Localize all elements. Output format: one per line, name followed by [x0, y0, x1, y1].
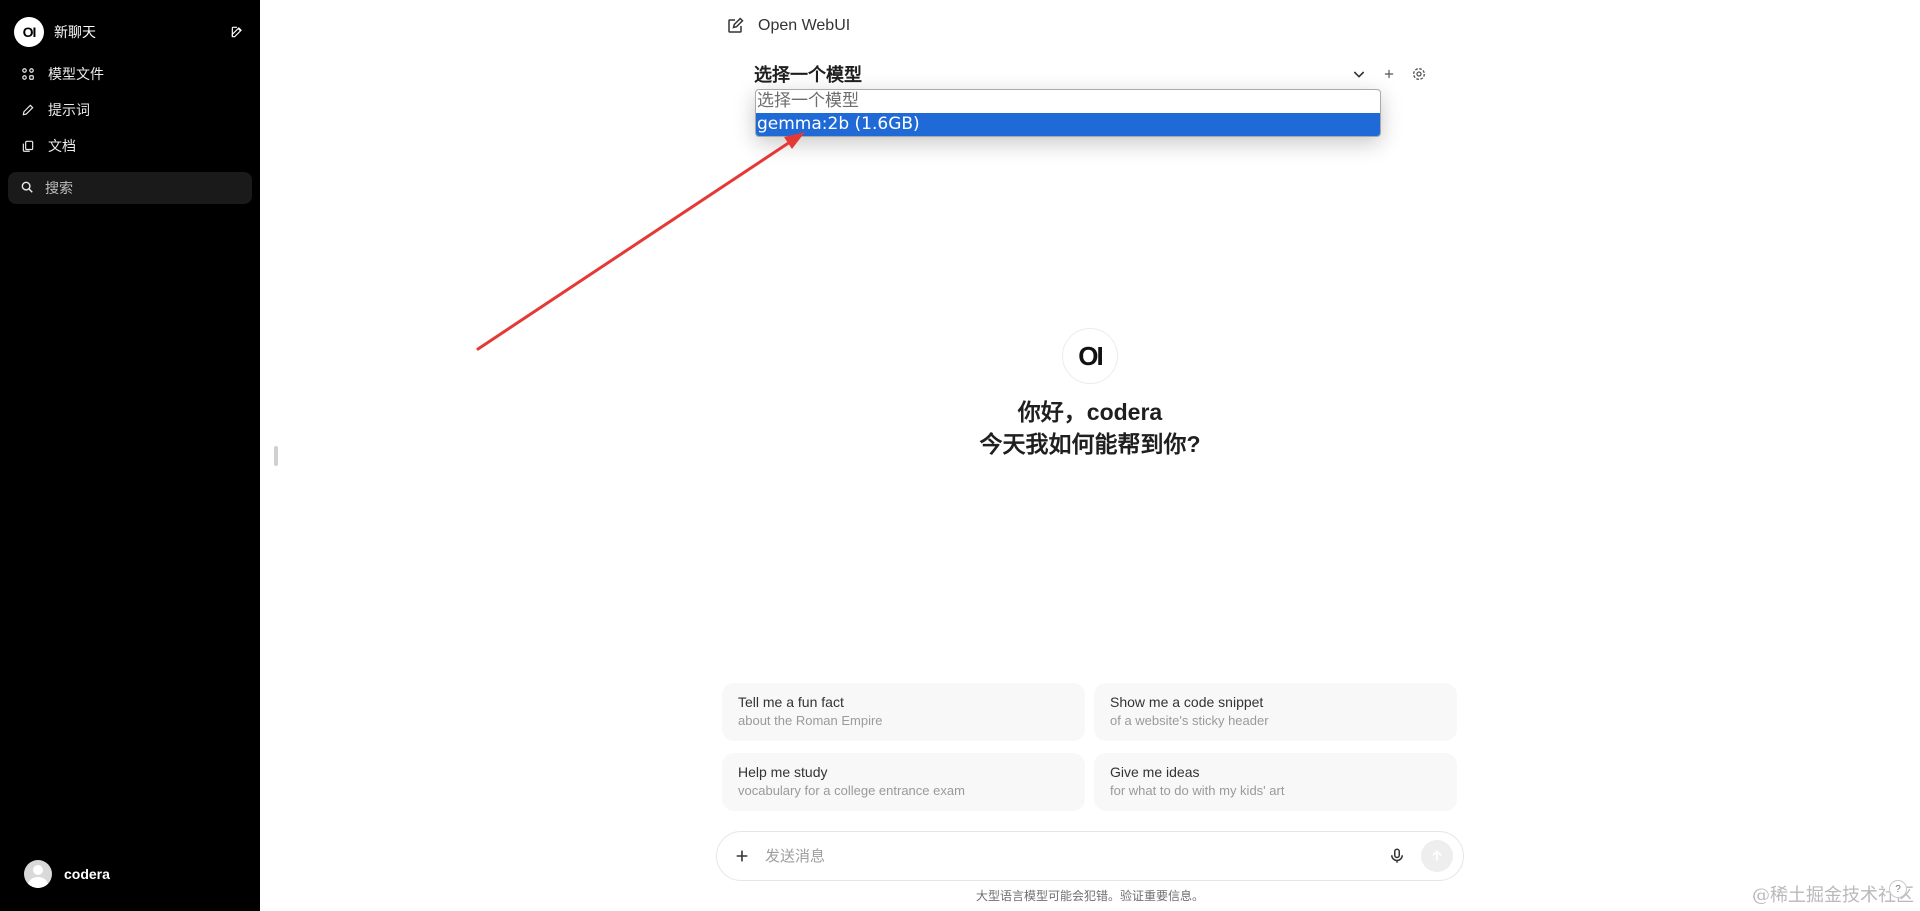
new-chat-label: 新聊天: [54, 24, 96, 40]
model-select-label[interactable]: 选择一个模型: [754, 61, 862, 87]
greeting-line2: 今天我如何能帮到你?: [979, 431, 1201, 457]
message-composer: [716, 831, 1464, 881]
model-option[interactable]: 选择一个模型: [756, 90, 1380, 113]
sidebar-item-prompts[interactable]: 提示词: [20, 98, 90, 122]
greeting-line1: 你好，codera: [1017, 399, 1163, 425]
document-icon: [20, 138, 36, 154]
sidebar-resize-handle[interactable]: [274, 446, 278, 466]
model-selector: 选择一个模型: [754, 60, 1428, 88]
greeting: 你好，codera 今天我如何能帮到你?: [860, 396, 1320, 460]
help-icon[interactable]: ?: [1889, 880, 1907, 898]
chat-header: Open WebUI: [726, 15, 850, 37]
suggestion-card[interactable]: Show me a code snippet of a website's st…: [1094, 683, 1457, 741]
send-button[interactable]: [1421, 840, 1453, 872]
suggestion-subtitle: for what to do with my kids' art: [1110, 783, 1285, 798]
new-chat-edit-icon[interactable]: [726, 17, 744, 35]
sidebar: OI 新聊天 模型文件 提示词 文档 搜索 codera: [0, 0, 260, 911]
suggestion-card[interactable]: Give me ideas for what to do with my kid…: [1094, 753, 1457, 811]
sidebar-item-label: 模型文件: [48, 66, 104, 82]
disclaimer: 大型语言模型可能会犯错。验证重要信息。: [975, 889, 1204, 903]
pencil-icon: [20, 102, 36, 118]
suggestion-subtitle: about the Roman Empire: [738, 713, 883, 728]
suggestion-card[interactable]: Help me study vocabulary for a college e…: [722, 753, 1085, 811]
sidebar-item-modelfiles[interactable]: 模型文件: [20, 62, 104, 86]
sidebar-item-label: 提示词: [48, 102, 90, 118]
model-option-selected[interactable]: gemma:2b (1.6GB): [756, 113, 1380, 136]
suggestion-card[interactable]: Tell me a fun fact about the Roman Empir…: [722, 683, 1085, 741]
suggestion-subtitle: of a website's sticky header: [1110, 713, 1269, 728]
sidebar-item-documents[interactable]: 文档: [20, 134, 76, 158]
app-window: OI 新聊天 模型文件 提示词 文档 搜索 codera Open WebUI …: [0, 0, 1920, 911]
chevron-down-icon[interactable]: [1350, 65, 1368, 83]
arrow-up-icon: [1432, 850, 1442, 861]
microphone-icon[interactable]: [1385, 844, 1409, 868]
message-input[interactable]: [765, 847, 1385, 865]
model-dropdown: 选择一个模型 gemma:2b (1.6GB): [755, 89, 1381, 137]
sidebar-item-label: 文档: [48, 138, 76, 154]
grid-icon: [20, 66, 36, 82]
sidebar-new-chat[interactable]: OI 新聊天: [14, 16, 246, 48]
page-title: Open WebUI: [758, 17, 851, 34]
app-logo: OI: [14, 17, 44, 47]
suggestion-title: Give me ideas: [1110, 764, 1200, 780]
search-icon: [20, 180, 36, 196]
gear-icon[interactable]: [1410, 65, 1428, 83]
avatar: [24, 860, 52, 888]
suggestion-title: Help me study: [738, 764, 828, 780]
new-chat-edit-icon[interactable]: [228, 23, 246, 41]
suggestion-subtitle: vocabulary for a college entrance exam: [738, 783, 965, 798]
plus-icon[interactable]: [727, 841, 757, 871]
suggestion-title: Tell me a fun fact: [738, 694, 844, 710]
suggestion-title: Show me a code snippet: [1110, 694, 1264, 710]
user-menu[interactable]: codera: [24, 859, 110, 889]
add-model-icon[interactable]: [1380, 65, 1398, 83]
welcome-logo: OI: [1062, 328, 1118, 384]
user-name: codera: [64, 866, 110, 882]
model-tools: [1350, 65, 1428, 83]
search-input[interactable]: [45, 180, 225, 196]
sidebar-search[interactable]: [8, 172, 252, 204]
